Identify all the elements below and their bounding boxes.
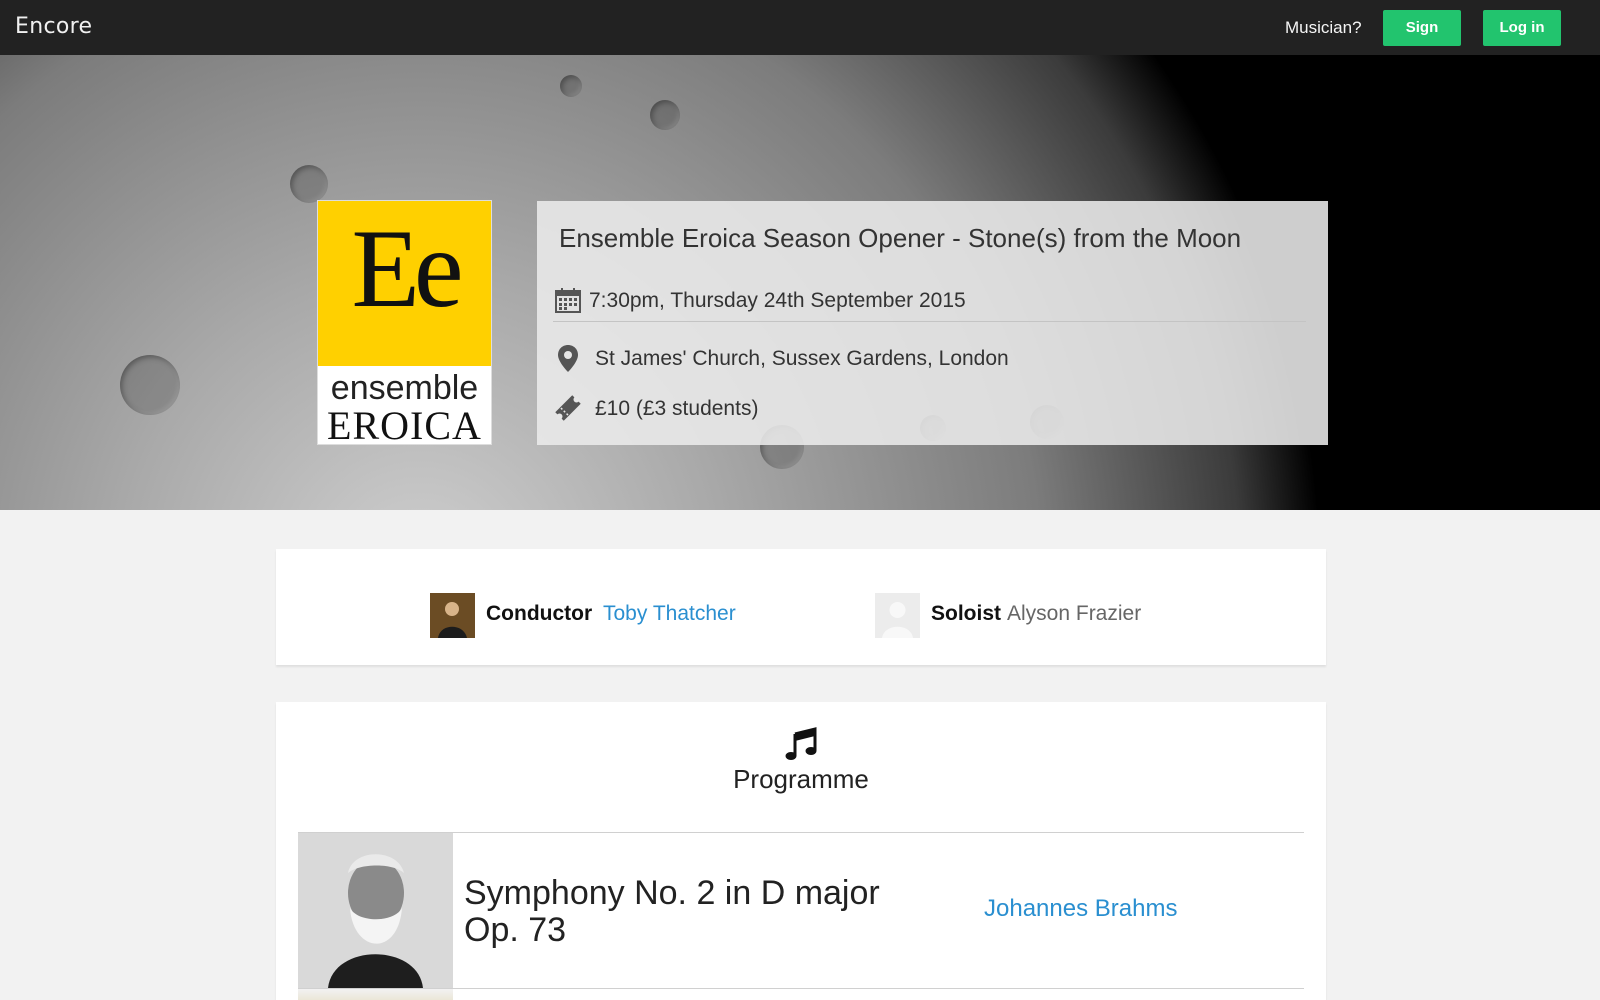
soloist-name: Alyson Frazier [1007,602,1142,625]
event-hero-banner: Ee ensemble EROICA Ensemble Eroica Seaso… [0,55,1600,510]
composer-name-link[interactable]: Johannes Brahms [984,895,1177,923]
event-datetime: 7:30pm, Thursday 24th September 2015 [589,289,966,312]
next-composer-portrait [298,989,453,1000]
musician-prompt: Musician? [1285,18,1362,37]
moon-crater [650,100,680,130]
info-divider [553,321,1306,322]
moon-crater [560,75,582,97]
composer-portrait-icon [298,833,453,988]
event-venue: St James' Church, Sussex Gardens, London [595,347,1009,370]
conductor-name-link[interactable]: Toby Thatcher [603,602,736,626]
conductor-entry: Conductor Toby Thatcher [430,593,770,639]
programme-heading: Programme [733,764,869,794]
moon-crater [120,355,180,415]
log-in-button[interactable]: Log in [1483,10,1561,46]
conductor-role-label: Conductor [486,602,593,625]
logo-word-eroica: EROICA [327,403,482,448]
soloist-role-label: Soloist [931,602,1002,625]
person-photo-icon [430,593,475,638]
event-title: Ensemble Eroica Season Opener - Stone(s)… [559,223,1242,253]
music-note-icon [785,727,817,760]
programme-card: Programme Symphony No. 2 in D major Op. … [276,702,1326,1000]
event-info-panel: Ensemble Eroica Season Opener - Stone(s)… [537,201,1328,445]
programme-work-row[interactable]: Symphony No. 2 in D major Op. 73 Johanne… [298,833,1304,988]
conductor-avatar[interactable] [430,593,475,638]
brand-logo-link[interactable]: Encore [15,14,92,39]
ticket-icon [555,395,581,421]
map-marker-icon [558,345,578,372]
moon-crater [290,165,328,203]
ensemble-logo: Ee ensemble EROICA [317,200,492,448]
logo-initials: Ee [351,207,463,331]
composer-portrait [298,833,453,988]
work-title: Symphony No. 2 in D major Op. 73 [464,874,880,949]
soloist-entry: Soloist Alyson Frazier [875,593,1175,639]
top-navbar: Encore Musician? Sign up Log in [0,0,1600,72]
default-user-icon [875,593,920,638]
soloist-avatar [875,593,920,638]
performers-card: Conductor Toby Thatcher Soloist Alyson F… [276,549,1326,665]
logo-word-ensemble: ensemble [330,369,479,407]
event-price: £10 (£3 students) [595,397,759,420]
calendar-icon [555,288,581,313]
sign-up-button[interactable]: Sign up [1383,10,1461,72]
